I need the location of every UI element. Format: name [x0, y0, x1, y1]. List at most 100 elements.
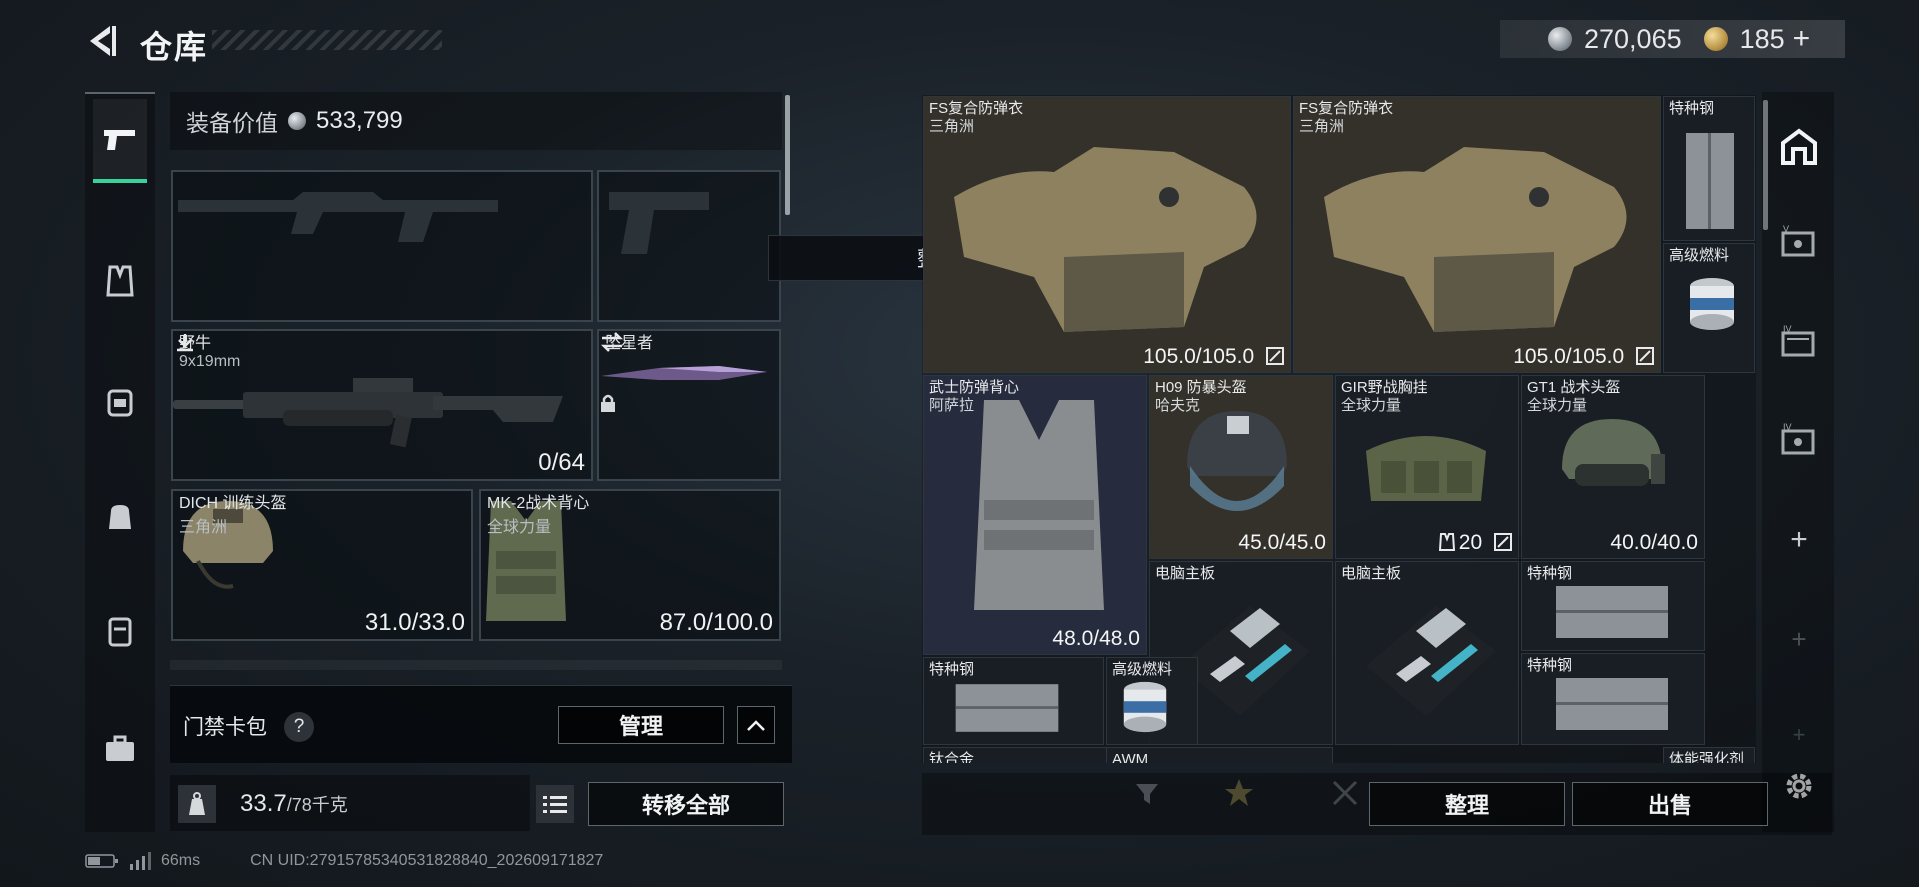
equip-value-label: 装备价值 [186, 110, 278, 136]
stash-item[interactable]: AWM [1106, 747, 1333, 763]
latency: 66ms [161, 852, 201, 869]
star-icon[interactable] [1222, 776, 1256, 810]
stash-item[interactable]: 特种钢 [1521, 653, 1705, 745]
silver-coin-icon [1548, 27, 1572, 51]
stash-item[interactable]: 高级燃料 [1106, 657, 1198, 745]
stash-page-4a[interactable]: IV [1774, 318, 1824, 368]
melee-name: 坠星者 [605, 335, 654, 352]
vest-slot[interactable]: MK-2战术背心 全球力量 87.0/100.0 [479, 489, 781, 641]
item-name: 电脑主板 [1155, 565, 1216, 582]
item-name: H09 防暴头盔 [1155, 379, 1247, 396]
pistol-silhouette-icon [609, 192, 709, 254]
add-stash-page-button[interactable]: + [1774, 515, 1824, 565]
sort-button[interactable]: 整理 [1369, 782, 1565, 826]
signal-icon [130, 852, 151, 870]
item-name: 特种钢 [929, 661, 975, 678]
primary-weapon-slot-empty[interactable] [171, 170, 593, 322]
gold-coin-icon [1703, 27, 1728, 51]
user-uid: CN UID:2791578534053182884​0_20260917182… [250, 852, 604, 869]
helmet-slot[interactable]: DICH 训练头盔 三角洲 31.0/33.0 [171, 489, 473, 641]
item-durability: 105.0/105.0 [1513, 345, 1654, 369]
container-icon [108, 617, 132, 647]
loadout-divider [170, 660, 782, 670]
silver-coin-icon [288, 112, 306, 130]
secondary-weapon-slot-empty[interactable] [597, 170, 781, 322]
motherboard-image [1366, 606, 1496, 716]
nav-vests[interactable] [93, 254, 147, 308]
battery-icon [85, 854, 118, 868]
item-name: 钛合金 [929, 751, 975, 763]
steel-bar-image [1556, 678, 1668, 730]
stash-item[interactable]: GIR野战胸挂 全球力量 20 [1335, 375, 1519, 559]
loadout-scrollbar[interactable] [785, 95, 790, 215]
vest-icon [106, 265, 134, 297]
stash-item[interactable]: 高级燃料 [1663, 243, 1755, 373]
chest-rig-image [1366, 436, 1486, 501]
back-arrow-icon[interactable] [82, 20, 124, 62]
status-bar: 66ms CN UID:2791578534053182884​0_202609… [85, 852, 603, 870]
primary-weapon-slot[interactable]: 野牛 9x19mm 0/64 [171, 329, 593, 481]
chevron-up-icon [747, 720, 765, 731]
body-armor-image [974, 400, 1104, 610]
briefcase-icon [106, 735, 134, 761]
access-card-label: 门禁卡包 [183, 716, 267, 739]
item-name: FS复合防弹衣 [1299, 100, 1394, 117]
stash-grid: FS复合防弹衣 三角洲 105.0/105.0 FS复合防弹衣 三角洲 105.… [922, 95, 1756, 763]
collapse-button[interactable] [737, 706, 775, 744]
manage-button[interactable]: 管理 [558, 706, 724, 744]
add-currency-button[interactable]: + [1793, 22, 1811, 56]
weight-current: 33.7 [240, 790, 287, 817]
item-name: GT1 战术头盔 [1527, 379, 1621, 396]
item-durability: 45.0/45.0 [1238, 531, 1326, 554]
stash-page-4b[interactable]: IV [1774, 416, 1824, 466]
locked-slot-plus: + [1791, 623, 1807, 654]
repair-icon [1266, 347, 1284, 365]
item-durability: 105.0/105.0 [1143, 345, 1284, 369]
help-button[interactable]: ? [284, 712, 314, 742]
nav-cases[interactable] [93, 722, 147, 776]
item-name: AWM [1112, 751, 1149, 763]
currency-bar: 270,065 185 + [1500, 20, 1845, 58]
sell-button[interactable]: 出售 [1572, 782, 1768, 826]
item-name: 电脑主板 [1341, 565, 1402, 582]
melee-slot[interactable]: 坠星者 [597, 329, 781, 481]
weight-max: /78千克 [286, 795, 348, 815]
nav-bags[interactable] [93, 488, 147, 542]
stash-page-5[interactable]: V [1774, 218, 1824, 268]
svg-text:V: V [1783, 225, 1789, 234]
nav-containers[interactable] [93, 604, 147, 658]
left-category-nav [85, 92, 155, 832]
vest-source: 全球力量 [487, 519, 552, 536]
list-icon [543, 796, 567, 813]
pistol-icon [104, 130, 135, 150]
item-name: 体能强化剂 [1669, 751, 1745, 763]
bag-icon [109, 505, 131, 529]
stash-item[interactable]: 武士防弹背心 阿萨拉 48.0/48.0 [923, 375, 1147, 655]
weight-bar [170, 775, 530, 831]
close-icon[interactable] [1330, 778, 1360, 808]
list-view-button[interactable] [536, 785, 574, 823]
rifle-image [173, 378, 563, 448]
weapon-name: 野牛 [179, 335, 212, 352]
armor-vest-image [1324, 147, 1627, 332]
stash-item[interactable]: 特种钢 [1521, 561, 1705, 651]
filter-icon[interactable] [1132, 778, 1162, 808]
steel-bar-image [955, 684, 1059, 732]
stash-item[interactable]: 特种钢 [923, 657, 1104, 745]
stash-item[interactable]: FS复合防弹衣 三角洲 105.0/105.0 [1293, 96, 1661, 373]
item-name: 高级燃料 [1112, 661, 1173, 678]
stash-item[interactable]: 电脑主板 [1335, 561, 1519, 745]
stash-item[interactable]: FS复合防弹衣 三角洲 105.0/105.0 [923, 96, 1291, 373]
nav-backpacks[interactable] [93, 374, 147, 428]
riot-helmet-image [1187, 411, 1287, 511]
stash-home-button[interactable] [1774, 122, 1824, 172]
knife-image [601, 366, 767, 380]
item-source: 全球力量 [1341, 397, 1402, 414]
stash-item[interactable]: H09 防暴头盔 哈夫克 45.0/45.0 [1149, 375, 1333, 559]
stash-item[interactable]: 特种钢 [1663, 96, 1755, 241]
transfer-all-button[interactable]: 转移全部 [588, 782, 784, 826]
stash-item[interactable]: GT1 战术头盔 全球力量 40.0/40.0 [1521, 375, 1705, 559]
stash-item[interactable]: 体能强化剂 [1663, 747, 1755, 763]
nav-weapons[interactable] [93, 99, 147, 183]
stash-page-icon: IV [1781, 423, 1815, 455]
